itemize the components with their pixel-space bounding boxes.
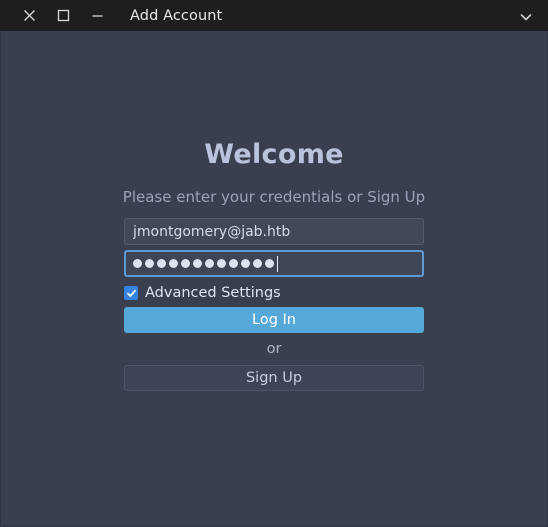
- login-button[interactable]: Log In: [124, 306, 424, 333]
- maximize-button[interactable]: [46, 0, 80, 31]
- login-form: Welcome Please enter your credentials or…: [1, 141, 547, 391]
- password-dot: [217, 259, 226, 268]
- window-menu-button[interactable]: [514, 0, 538, 31]
- text-caret: [277, 255, 278, 272]
- password-dot: [145, 259, 154, 268]
- advanced-settings-label: Advanced Settings: [145, 285, 281, 301]
- signup-button[interactable]: Sign Up: [124, 365, 424, 391]
- password-dot: [133, 259, 142, 268]
- password-masked-value: [133, 259, 274, 268]
- password-dot: [181, 259, 190, 268]
- checkmark-icon: [126, 288, 137, 299]
- close-button[interactable]: [12, 0, 46, 31]
- password-dot: [205, 259, 214, 268]
- password-dot: [193, 259, 202, 268]
- password-dot: [253, 259, 262, 268]
- password-dot: [229, 259, 238, 268]
- divider-text: or: [266, 340, 282, 357]
- password-dot: [265, 259, 274, 268]
- window-body: Welcome Please enter your credentials or…: [0, 31, 548, 527]
- minimize-icon: [91, 9, 104, 22]
- username-input[interactable]: [124, 218, 424, 245]
- page-title: Welcome: [204, 139, 344, 170]
- password-dot: [241, 259, 250, 268]
- maximize-icon: [57, 9, 70, 22]
- chevron-down-icon: [520, 6, 532, 25]
- close-icon: [23, 9, 36, 22]
- add-account-window: Add Account Welcome Please enter your cr…: [0, 0, 548, 527]
- password-dot: [157, 259, 166, 268]
- password-input[interactable]: [124, 250, 424, 277]
- advanced-settings-row[interactable]: Advanced Settings: [124, 286, 424, 301]
- password-dot: [169, 259, 178, 268]
- advanced-settings-checkbox[interactable]: [124, 286, 138, 301]
- form-subtitle: Please enter your credentials or Sign Up: [122, 188, 426, 206]
- titlebar: Add Account: [0, 0, 548, 31]
- minimize-button[interactable]: [80, 0, 114, 31]
- window-title: Add Account: [130, 7, 223, 24]
